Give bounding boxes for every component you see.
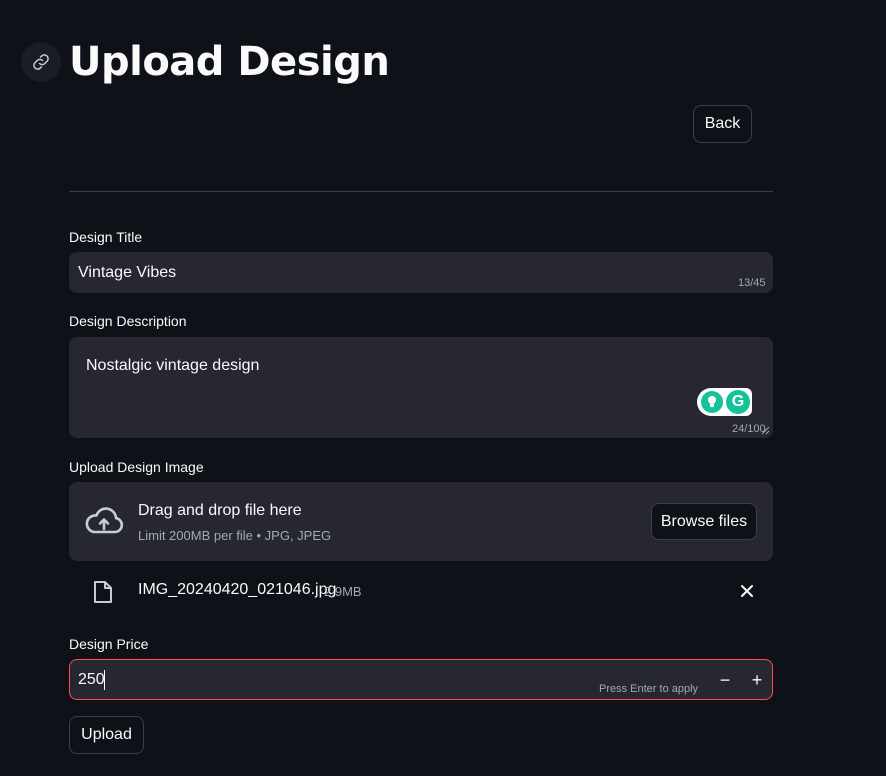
grammarly-logo-icon: G	[726, 390, 750, 414]
dropzone-limit: Limit 200MB per file • JPG, JPEG	[138, 528, 332, 543]
file-icon	[94, 581, 112, 603]
design-title-counter: 13/45	[738, 277, 766, 289]
text-cursor	[104, 670, 105, 690]
file-size: 2.9MB	[324, 584, 362, 599]
press-enter-hint: Press Enter to apply	[599, 683, 699, 695]
lightbulb-icon	[701, 391, 723, 413]
link-icon[interactable]	[21, 42, 61, 82]
cloud-upload-icon	[85, 507, 124, 534]
increment-button[interactable]: +	[743, 666, 771, 694]
upload-button[interactable]: Upload	[69, 716, 144, 754]
file-dropzone[interactable]: Drag and drop file here Limit 200MB per …	[69, 482, 773, 561]
remove-file-icon[interactable]	[737, 581, 757, 601]
design-price-label: Design Price	[69, 636, 149, 652]
browse-files-button[interactable]: Browse files	[651, 503, 757, 540]
design-description-textarea[interactable]: Nostalgic vintage design G 24/100	[69, 337, 773, 438]
design-description-label: Design Description	[69, 313, 187, 329]
design-description-value: Nostalgic vintage design	[86, 357, 260, 374]
resize-handle-icon[interactable]	[761, 426, 770, 435]
page-title: Upload Design	[69, 39, 390, 85]
dropzone-instruction: Drag and drop file here	[138, 502, 302, 519]
back-button[interactable]: Back	[693, 105, 752, 143]
design-title-input[interactable]: Vintage Vibes 13/45	[69, 252, 773, 293]
design-title-value: Vintage Vibes	[78, 264, 177, 281]
grammarly-widget[interactable]: G	[697, 388, 752, 416]
file-name: IMG_20240420_021046.jpg	[138, 581, 337, 598]
design-price-value: 250	[78, 671, 105, 688]
divider	[69, 191, 773, 192]
decrement-button[interactable]: −	[711, 666, 739, 694]
upload-design-page: Upload Design Back Design Title Vintage …	[0, 0, 886, 776]
design-price-input[interactable]: 250 Press Enter to apply − +	[69, 659, 773, 700]
uploaded-file-row: IMG_20240420_021046.jpg 2.9MB	[69, 575, 773, 609]
design-title-label: Design Title	[69, 229, 143, 245]
upload-image-label: Upload Design Image	[69, 459, 204, 475]
